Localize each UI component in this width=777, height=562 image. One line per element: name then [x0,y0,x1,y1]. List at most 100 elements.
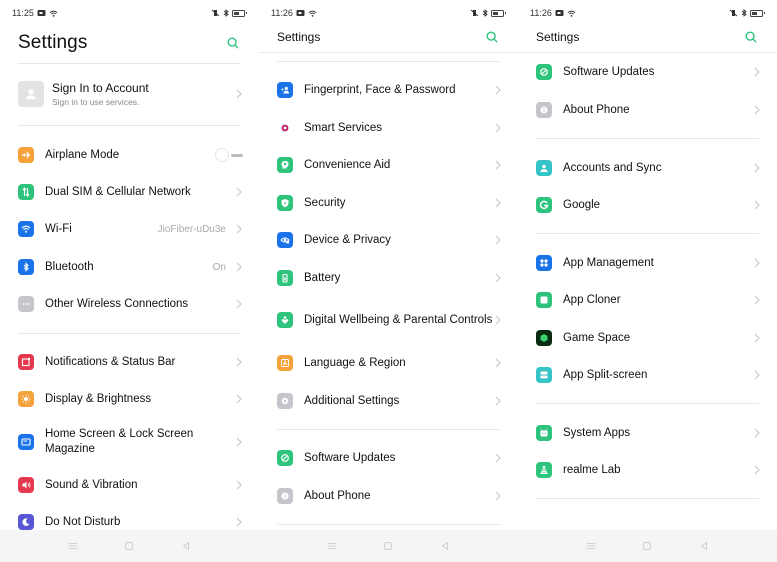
settings-item-dual-sim-and-cellular-network[interactable]: Dual SIM & Cellular Network [18,182,243,202]
settings-item-display-and-brightness[interactable]: Display & Brightness [18,389,243,409]
settings-item-accounts-and-sync[interactable]: Accounts and Sync [536,158,761,178]
settings-item-additional-settings[interactable]: Additional Settings [277,391,502,411]
menu-button[interactable] [326,540,338,552]
settings-item-sound-and-vibration[interactable]: Sound & Vibration [18,475,243,495]
clock: 11:26 [271,8,293,18]
settings-item-google[interactable]: Google [536,195,761,215]
item-label: Convenience Aid [304,158,391,171]
divider [277,524,500,525]
back-button[interactable] [698,540,710,552]
vibrate-off-icon [211,9,220,17]
cellular-data-icon [18,184,34,200]
settings-item-game-space[interactable]: Game Space [536,328,761,348]
chevron-right-icon [236,480,242,490]
item-label: Wi-Fi [45,222,72,235]
menu-button[interactable] [585,540,597,552]
privacy-eye-icon [277,232,293,248]
info-icon [536,102,552,118]
settings-item-do-not-disturb[interactable]: Do Not Disturb [18,512,243,532]
item-label: Home Screen & Lock Screen Magazine [45,428,194,455]
home-button[interactable] [382,540,394,552]
settings-item-home-screen-and-lock-screen-magazine[interactable]: Home Screen & Lock Screen Magazine [18,426,243,458]
item-label: Sound & Vibration [45,478,138,491]
settings-item-other-wireless-connections[interactable]: Other Wireless Connections [18,294,243,314]
header: Settings [277,27,500,47]
wellbeing-heart-icon [277,312,293,328]
settings-item-language-and-region[interactable]: Language & Region [277,353,502,373]
search-button[interactable] [225,35,241,51]
chevron-right-icon [754,200,760,210]
settings-item-realme-lab[interactable]: realme Lab [536,460,761,480]
back-button[interactable] [439,540,451,552]
wallpaper-icon [18,434,34,450]
settings-item-airplane-mode[interactable]: Airplane Mode [18,145,243,165]
chevron-right-icon [236,89,242,99]
settings-item-software-updates[interactable]: Software Updates [277,448,502,468]
settings-item-app-management[interactable]: App Management [536,253,761,273]
settings-item-wi-fi[interactable]: Wi-Fi JioFiber-uDu3e [18,219,243,239]
item-label: Google [563,198,601,211]
home-button[interactable] [123,540,135,552]
settings-screen-2: 11:26 Settings Fingerprint, Face & Passw… [259,0,518,562]
home-square-icon [643,542,652,550]
menu-button[interactable] [67,540,79,552]
chevron-right-icon [754,428,760,438]
search-button[interactable] [484,29,500,45]
settings-item-battery[interactable]: Battery [277,268,502,288]
bluetooth-status-icon [741,9,747,17]
vibrate-off-icon [470,9,479,17]
settings-item-smart-services[interactable]: Smart Services [277,118,502,138]
back-button[interactable] [180,540,192,552]
game-space-icon [536,330,552,346]
item-label: Dual SIM & Cellular Network [45,185,191,198]
airplane-mode-toggle[interactable] [215,148,243,162]
settings-item-bluetooth[interactable]: Bluetooth On [18,257,243,277]
airplane-icon [18,147,34,163]
settings-item-software-updates[interactable]: Software Updates [536,62,761,82]
divider [18,125,241,126]
item-label: Battery [304,271,341,284]
menu-icon [327,543,337,549]
item-label: Airplane Mode [45,148,120,161]
battery-status-icon [491,9,506,17]
chevron-right-icon [495,315,501,325]
divider [536,498,759,499]
notification-icon [296,9,305,17]
settings-item-notifications-and-status-bar[interactable]: Notifications & Status Bar [18,352,243,372]
settings-item-about-phone[interactable]: About Phone [536,100,761,120]
item-label: Notifications & Status Bar [45,355,176,368]
settings-item-fingerprint-face-and-password[interactable]: Fingerprint, Face & Password [277,80,502,100]
settings-item-device-and-privacy[interactable]: Device & Privacy [277,230,502,250]
chevron-right-icon [236,394,242,404]
fingerprint-face-icon [277,82,293,98]
settings-item-system-apps[interactable]: System Apps [536,423,761,443]
chevron-right-icon [495,160,501,170]
settings-item-app-cloner[interactable]: App Cloner [536,290,761,310]
speaker-icon [18,477,34,493]
settings-item-convenience-aid[interactable]: Convenience Aid [277,155,502,175]
back-triangle-icon [182,541,189,551]
item-label: Display & Brightness [45,392,152,405]
header: Settings [18,30,241,56]
chevron-right-icon [236,517,242,527]
sign-in-account-row[interactable]: Sign In to Account Sign in to use servic… [18,80,243,108]
chevron-right-icon [495,453,501,463]
shield-icon [277,195,293,211]
item-label: App Split-screen [563,368,648,381]
menu-icon [68,543,78,549]
status-bar: 11:25 [12,6,247,20]
account-sync-icon [536,160,552,176]
settings-item-digital-wellbeing-and-parental-controls[interactable]: Digital Wellbeing & Parental Controls [277,304,502,336]
settings-item-security[interactable]: Security [277,193,502,213]
settings-item-about-phone[interactable]: About Phone [277,486,502,506]
settings-item-app-split-screen[interactable]: App Split-screen [536,365,761,385]
app-grid-icon [536,255,552,271]
item-label: About Phone [563,103,630,116]
chevron-right-icon [754,163,760,173]
chevron-right-icon [495,273,501,283]
lab-flask-icon [536,462,552,478]
wifi-signal-icon [308,9,317,17]
back-triangle-icon [441,541,448,551]
home-button[interactable] [641,540,653,552]
search-button[interactable] [743,29,759,45]
